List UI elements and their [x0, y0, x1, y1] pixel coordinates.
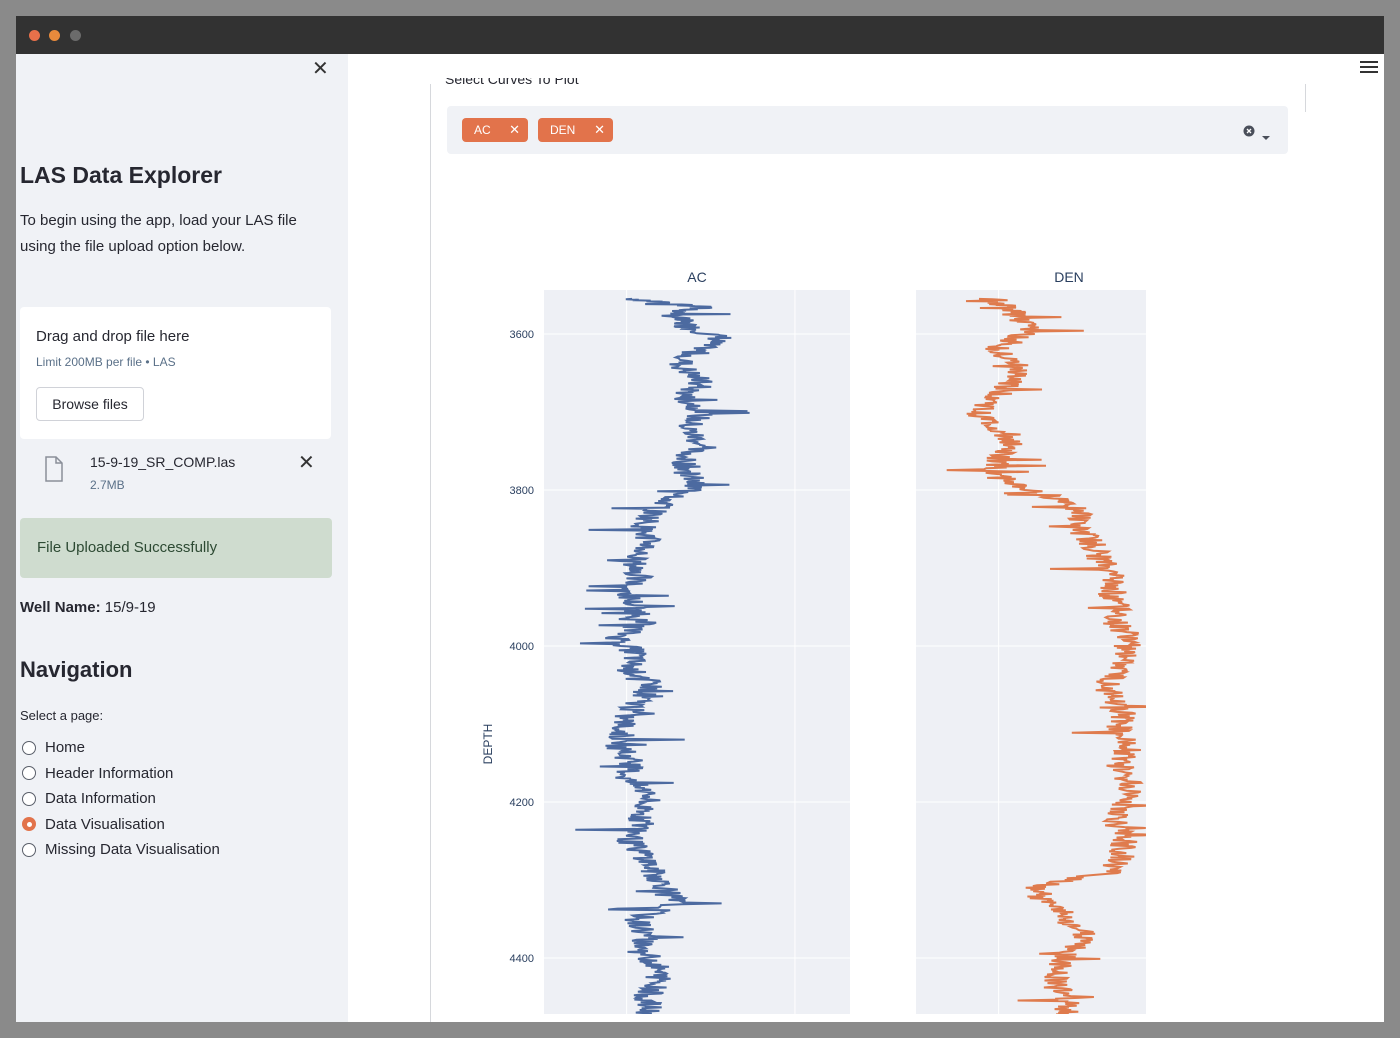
tag-label: AC [474, 123, 491, 137]
radio-missing-data-visualisation[interactable]: Missing Data Visualisation [22, 837, 220, 863]
radio-circle[interactable] [22, 740, 36, 755]
remove-tag-icon[interactable]: ✕ [594, 122, 605, 138]
container-border [1305, 84, 1306, 112]
radio-label: Data Visualisation [45, 815, 165, 833]
radio-header-information[interactable]: Header Information [22, 761, 220, 787]
remove-file-icon[interactable]: ✕ [298, 450, 315, 475]
title-bar [16, 16, 1384, 54]
well-name: Well Name: 15/9-19 [20, 599, 156, 616]
sidebar-close-icon[interactable]: ✕ [312, 56, 329, 81]
chevron-down-icon[interactable] [1261, 128, 1271, 146]
y-tick-label: 4400 [510, 953, 534, 965]
tag-label: DEN [550, 123, 576, 137]
y-tick-label: 4000 [510, 641, 534, 653]
browse-files-button[interactable]: Browse files [36, 387, 144, 421]
well-name-label: Well Name: [20, 599, 101, 616]
subplot-title: DEN [1054, 269, 1084, 285]
menu-icon[interactable] [1360, 60, 1378, 79]
curves-select-label: Select Curves To Plot [445, 78, 579, 87]
file-icon [44, 456, 64, 487]
navigation-prompt: Select a page: [20, 708, 104, 723]
y-tick-label: 3600 [510, 329, 534, 341]
sidebar: ✕ LAS Data Explorer To begin using the a… [16, 54, 348, 1022]
radio-circle[interactable] [22, 791, 36, 806]
subplot-title: AC [687, 269, 706, 285]
file-name: 15-9-19_SR_COMP.las [90, 454, 236, 470]
y-tick-label: 4200 [510, 797, 534, 809]
curves-multiselect[interactable]: AC ✕ DEN ✕ [447, 106, 1288, 154]
radio-data-visualisation[interactable]: Data Visualisation [22, 812, 220, 838]
radio-home[interactable]: Home [22, 735, 220, 761]
clear-all-icon[interactable] [1243, 124, 1255, 142]
navigation-title: Navigation [20, 657, 133, 682]
dropzone-title: Drag and drop file here [36, 328, 190, 345]
radio-label: Missing Data Visualisation [45, 841, 220, 859]
dropzone-limit: Limit 200MB per file • LAS [36, 355, 176, 369]
tag-ac[interactable]: AC ✕ [462, 118, 528, 142]
remove-tag-icon[interactable]: ✕ [509, 122, 520, 138]
radio-label: Data Information [45, 790, 156, 808]
well-log-chart: AC DEN 3600 3800 4000 4200 4400 DEPTH [481, 269, 1146, 1014]
page-radio-group: Home Header Information Data Information… [22, 735, 220, 863]
success-alert: File Uploaded Successfully [20, 518, 332, 578]
file-dropzone[interactable]: Drag and drop file here Limit 200MB per … [20, 307, 331, 439]
radio-circle[interactable] [22, 842, 36, 857]
y-tick-label: 3800 [510, 485, 534, 497]
window-maximize-button[interactable] [70, 30, 81, 41]
app-title: LAS Data Explorer [20, 162, 222, 188]
success-message: File Uploaded Successfully [37, 539, 218, 556]
y-axis-label: DEPTH [481, 724, 495, 765]
tag-den[interactable]: DEN ✕ [538, 118, 613, 142]
file-size: 2.7MB [90, 478, 125, 492]
uploaded-file: 15-9-19_SR_COMP.las 2.7MB ✕ [20, 450, 332, 500]
radio-circle-selected[interactable] [22, 817, 36, 832]
intro-text: To begin using the app, load your LAS fi… [20, 212, 297, 255]
app-window: ✕ LAS Data Explorer To begin using the a… [16, 16, 1384, 1022]
window-minimize-button[interactable] [49, 30, 60, 41]
radio-label: Header Information [45, 764, 174, 782]
plot-area [916, 290, 1146, 1014]
radio-circle[interactable] [22, 766, 36, 781]
well-name-value: 15/9-19 [104, 599, 156, 616]
radio-data-information[interactable]: Data Information [22, 786, 220, 812]
container-border [430, 84, 431, 1022]
window-close-button[interactable] [29, 30, 40, 41]
radio-label: Home [45, 739, 86, 757]
main-panel: Select Curves To Plot AC ✕ DEN ✕ AC DEN 36… [348, 54, 1384, 1022]
